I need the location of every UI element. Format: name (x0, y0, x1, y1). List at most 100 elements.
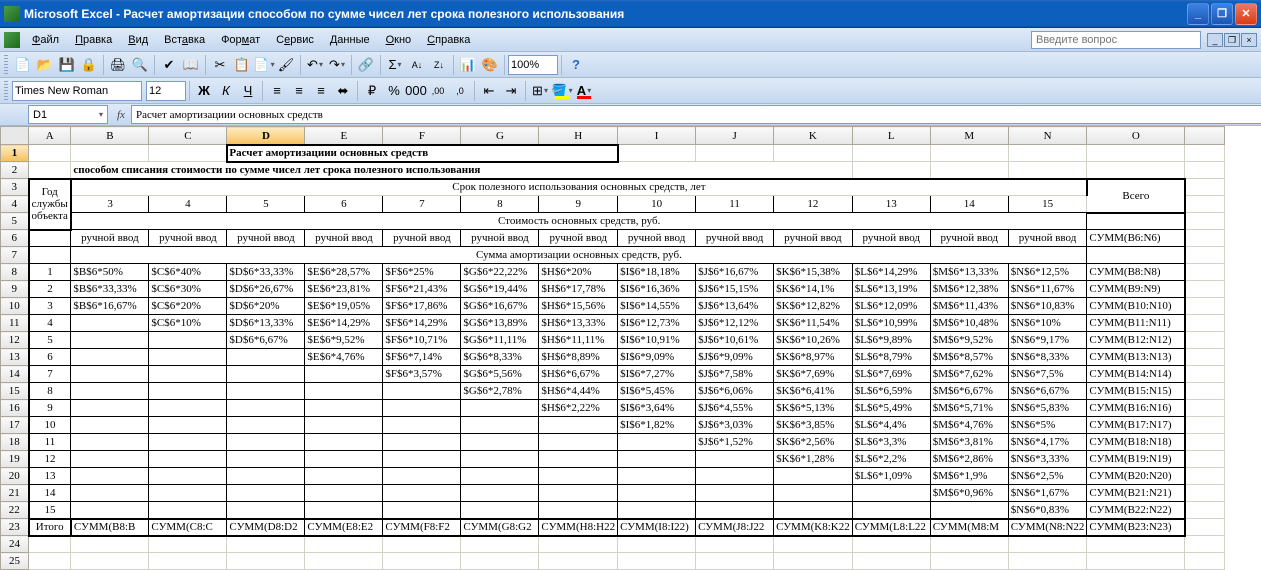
row-header[interactable]: 3 (1, 179, 29, 196)
cell[interactable] (461, 536, 539, 553)
bold-button[interactable]: Ж (193, 80, 215, 102)
cell[interactable] (149, 553, 227, 570)
font-color-button[interactable]: A (573, 80, 595, 102)
cell[interactable]: ручной ввод (774, 230, 853, 247)
cell[interactable]: $K$6*14,1% (774, 281, 853, 298)
cell[interactable] (305, 502, 383, 519)
cell[interactable]: СУММ(B13:N13) (1087, 349, 1185, 366)
menu-edit[interactable]: Правка (67, 31, 120, 49)
cell[interactable]: СУММ(E8:E2 (305, 519, 383, 536)
cell[interactable]: СУММ(B20:N20) (1087, 468, 1185, 485)
font-select[interactable] (12, 81, 142, 101)
cell[interactable] (930, 502, 1008, 519)
cell[interactable]: $C$6*20% (149, 298, 227, 315)
cell[interactable]: $J$6*7,58% (696, 366, 774, 383)
col-header[interactable]: D (227, 127, 305, 145)
menu-window[interactable]: Окно (378, 31, 420, 49)
align-right-button[interactable]: ≡ (310, 80, 332, 102)
cell[interactable]: $M$6*4,76% (930, 417, 1008, 434)
cell[interactable] (71, 417, 149, 434)
cell[interactable] (1185, 553, 1225, 570)
cell[interactable]: $N$6*10% (1008, 315, 1087, 332)
cell[interactable] (383, 536, 461, 553)
fx-icon[interactable]: fx (117, 109, 125, 121)
col-header[interactable]: F (383, 127, 461, 145)
cell[interactable]: 6 (29, 349, 71, 366)
cell[interactable]: $B$6*33,33% (71, 281, 149, 298)
cell[interactable] (774, 536, 853, 553)
cell[interactable]: $N$6*2,5% (1008, 468, 1087, 485)
cell[interactable] (461, 451, 539, 468)
cell[interactable]: $D$6*6,67% (227, 332, 305, 349)
col-header[interactable]: M (930, 127, 1008, 145)
cell[interactable] (305, 485, 383, 502)
cell[interactable]: $N$6*6,67% (1008, 383, 1087, 400)
fill-color-button[interactable]: 🪣 (551, 80, 573, 102)
cell[interactable]: $N$6*4,17% (1008, 434, 1087, 451)
cell[interactable] (774, 553, 853, 570)
cell[interactable]: Год службы объекта (29, 179, 71, 230)
cell[interactable] (149, 485, 227, 502)
row-header[interactable]: 8 (1, 264, 29, 281)
cell[interactable]: 5 (29, 332, 71, 349)
align-center-button[interactable]: ≡ (288, 80, 310, 102)
cell[interactable]: $H$6*13,33% (539, 315, 618, 332)
cell[interactable]: $L$6*2,2% (852, 451, 930, 468)
cell[interactable] (305, 468, 383, 485)
cell[interactable]: $K$6*6,41% (774, 383, 853, 400)
menu-help[interactable]: Справка (419, 31, 478, 49)
undo-button[interactable]: ↶ (304, 54, 326, 76)
cell[interactable] (774, 502, 853, 519)
cell[interactable] (71, 366, 149, 383)
cell[interactable] (305, 553, 383, 570)
cell[interactable]: $K$6*12,82% (774, 298, 853, 315)
cell[interactable]: $I$6*16,36% (618, 281, 696, 298)
cell[interactable]: СУММ(B23:N23) (1087, 519, 1185, 536)
cell[interactable] (1185, 536, 1225, 553)
cell[interactable]: СУММ(G8:G2 (461, 519, 539, 536)
cell[interactable]: СУММ(B11:N11) (1087, 315, 1185, 332)
cell[interactable]: СУММ(B19:N19) (1087, 451, 1185, 468)
print-preview-button[interactable]: 🔍 (129, 54, 151, 76)
row-header[interactable]: 19 (1, 451, 29, 468)
cell[interactable]: $N$6*9,17% (1008, 332, 1087, 349)
cell[interactable]: $N$6*10,83% (1008, 298, 1087, 315)
cell[interactable]: $J$6*10,61% (696, 332, 774, 349)
cell[interactable]: $M$6*3,81% (930, 434, 1008, 451)
cell[interactable]: $M$6*6,67% (930, 383, 1008, 400)
cell[interactable]: $I$6*10,91% (618, 332, 696, 349)
cell[interactable] (149, 417, 227, 434)
cell[interactable] (1087, 536, 1185, 553)
cell[interactable] (852, 553, 930, 570)
cell[interactable]: ручной ввод (461, 230, 539, 247)
cell[interactable]: СУММ(H8:H22 (539, 519, 618, 536)
cell[interactable]: $G$6*19,44% (461, 281, 539, 298)
cell[interactable]: $G$6*13,89% (461, 315, 539, 332)
print-button[interactable]: 🖨 (107, 54, 129, 76)
cell[interactable] (618, 485, 696, 502)
font-size-select[interactable] (146, 81, 186, 101)
cell[interactable]: $M$6*2,86% (930, 451, 1008, 468)
cell[interactable]: $H$6*15,56% (539, 298, 618, 315)
cell[interactable]: $E$6*28,57% (305, 264, 383, 281)
cell[interactable]: СУММ(B17:N17) (1087, 417, 1185, 434)
cell[interactable]: $H$6*17,78% (539, 281, 618, 298)
cell[interactable]: $L$6*12,09% (852, 298, 930, 315)
cell[interactable]: $H$6*2,22% (539, 400, 618, 417)
cell[interactable]: $L$6*13,19% (852, 281, 930, 298)
cell[interactable]: $J$6*9,09% (696, 349, 774, 366)
cell[interactable]: СУММ(D8:D2 (227, 519, 305, 536)
chart-wizard-button[interactable]: 📊 (457, 54, 479, 76)
autosum-button[interactable]: Σ (384, 54, 406, 76)
cell[interactable] (227, 366, 305, 383)
cell[interactable]: СУММ(B15:N15) (1087, 383, 1185, 400)
cell[interactable] (149, 366, 227, 383)
cell[interactable]: ручной ввод (852, 230, 930, 247)
cell[interactable] (149, 502, 227, 519)
cell[interactable] (1008, 553, 1087, 570)
spreadsheet-grid[interactable]: A B C D E F G H I J K L M N O 1 Расчет а… (0, 126, 1261, 570)
cell[interactable]: Итого (29, 519, 71, 536)
cut-button[interactable]: ✂ (209, 54, 231, 76)
maximize-button[interactable]: ❐ (1211, 3, 1233, 25)
cell[interactable]: $D$6*33,33% (227, 264, 305, 281)
